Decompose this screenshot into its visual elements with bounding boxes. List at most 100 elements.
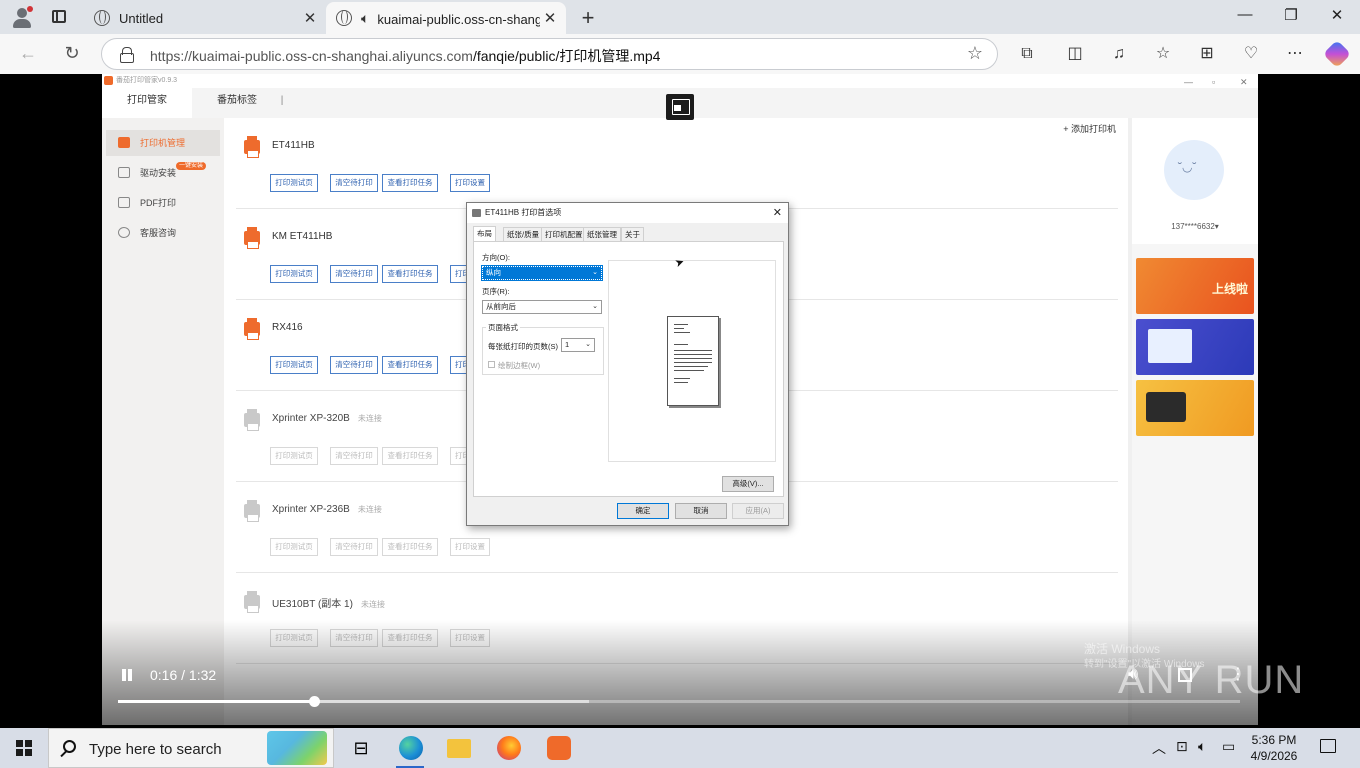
page-format-label: 页面格式	[486, 322, 520, 333]
favorite-star-icon[interactable]: ☆	[967, 43, 983, 64]
printer-name-text: Xprinter XP-236B	[272, 504, 350, 515]
more-menu-icon[interactable]: ⋯	[1282, 41, 1308, 67]
page-preview	[667, 316, 719, 406]
sidebar-item-label: 客服咨询	[140, 228, 177, 238]
monitor-illustration	[1148, 329, 1192, 363]
clear-queue-button: 清空待打印	[330, 447, 378, 465]
notifications-icon[interactable]	[1320, 739, 1336, 753]
printer-name-text: ET411HB	[272, 140, 315, 151]
clock-date: 4/9/2026	[1250, 749, 1298, 763]
anyrun-watermark: ANY RUN	[1118, 658, 1304, 718]
user-card: 137****6632▾	[1132, 118, 1258, 244]
dialog-title: ET411HB 打印首选项	[485, 208, 562, 217]
input-method-icon[interactable]: ▭	[1222, 738, 1235, 755]
sidebar-item-customer-service: 客服咨询	[106, 220, 220, 246]
audio-playing-icon[interactable]: 🔈︎	[361, 10, 369, 27]
page-order-value: 从前向后	[486, 302, 516, 311]
minimize-button[interactable]: —	[1222, 6, 1268, 23]
print-preferences-dialog: ET411HB 打印首选项 ✕ 布局 纸张/质量 打印机配置 纸张管理 关于 方…	[466, 202, 789, 526]
draw-borders-checkbox	[488, 361, 495, 368]
printer-name: KM ET411HB	[272, 231, 340, 242]
favorites-icon[interactable]: ☆	[1150, 41, 1176, 67]
back-arrow-icon[interactable]: ←	[16, 43, 40, 64]
printer-icon	[472, 209, 481, 217]
network-icon[interactable]: ⊡	[1176, 738, 1188, 755]
clear-queue-button: 清空待打印	[330, 538, 378, 556]
page-order-select: 从前向后 ⌄	[482, 300, 602, 314]
tab-tomato-label: 番茄标签	[217, 95, 257, 106]
app-window-title: 番茄打印管家v0.9.3	[116, 77, 178, 84]
edge-taskbar-icon[interactable]	[386, 728, 434, 768]
tab-layout: 布局	[473, 226, 496, 242]
printer-row: ET411HB 打印测试页 清空待打印 查看打印任务 打印设置	[236, 118, 1118, 209]
test-page-button: 打印测试页	[270, 265, 318, 283]
cancel-button: 取消	[675, 503, 727, 519]
extensions-icon[interactable]: ⧉	[1014, 41, 1040, 67]
picture-in-picture-icon[interactable]	[666, 94, 694, 120]
printer-name-text: UE310BT (副本 1)	[272, 599, 353, 610]
firefox-icon[interactable]	[484, 728, 532, 768]
app-logo-icon	[104, 76, 113, 85]
clear-queue-button: 清空待打印	[330, 356, 378, 374]
tab-printer-config: 打印机配置	[541, 227, 587, 241]
browser-tab-video[interactable]: 🔈︎ kuaimai-public.oss-cn-shanghai.aliyun…	[326, 2, 566, 34]
close-tab-icon[interactable]: ✕	[300, 9, 320, 27]
restore-button[interactable]: ❐	[1268, 6, 1314, 24]
collections-icon[interactable]: ⊞	[1194, 41, 1220, 67]
anyrun-logo-text: ANY RUN	[1118, 658, 1305, 702]
printer-name-text: RX416	[272, 322, 303, 333]
promo-banner-desktop	[1136, 319, 1254, 375]
profile-icon[interactable]	[8, 6, 36, 28]
video-seek-bar[interactable]	[118, 696, 1240, 707]
taskbar-clock[interactable]: 5:36 PM 4/9/2026	[1244, 732, 1304, 764]
sidebar-item-pdf-print: PDF打印	[106, 190, 220, 216]
one-click-badge: 一键安装	[176, 162, 207, 170]
pages-per-sheet-label: 每张纸打印的页数(S)	[488, 342, 558, 351]
search-icon	[63, 740, 76, 753]
browser-essentials-icon[interactable]: ♡	[1238, 41, 1264, 67]
tab-actions-icon[interactable]	[52, 10, 66, 23]
browser-tab-untitled[interactable]: Untitled ✕	[84, 2, 326, 34]
orientation-select: 纵向 ⌄	[481, 265, 603, 281]
app-minimize-icon: —	[1184, 77, 1193, 87]
close-window-button[interactable]: ✕	[1314, 6, 1360, 24]
orientation-value: 纵向	[486, 268, 501, 277]
pages-per-sheet-select: 1 ⌄	[561, 338, 595, 352]
copilot-icon[interactable]	[1322, 39, 1352, 69]
new-tab-button[interactable]: +	[578, 5, 598, 31]
read-aloud-icon[interactable]: ♫	[1106, 41, 1132, 67]
activate-line-1: 激活 Windows	[1084, 642, 1161, 656]
apply-button: 应用(A)	[732, 503, 784, 519]
sidebar-item-driver-install: 驱动安装 一键安装	[106, 160, 220, 186]
pause-icon[interactable]	[120, 668, 134, 682]
split-screen-icon[interactable]: ◫	[1062, 41, 1088, 67]
taskbar-search-box[interactable]: Type here to search	[48, 728, 334, 768]
lock-icon[interactable]	[120, 47, 134, 63]
task-view-icon[interactable]: ⊟	[336, 728, 384, 768]
seek-handle[interactable]	[308, 696, 320, 707]
printer-icon	[244, 136, 260, 158]
printer-name: RX416	[272, 322, 311, 333]
orientation-label: 方向(O):	[482, 253, 510, 262]
ok-button: 确定	[617, 503, 669, 519]
refresh-icon[interactable]: ↻	[60, 43, 84, 64]
test-page-button: 打印测试页	[270, 538, 318, 556]
tab-paper-management: 纸张管理	[583, 227, 621, 241]
printer-status: 未连接	[360, 600, 385, 609]
pdf-icon	[118, 197, 130, 208]
globe-icon	[336, 10, 352, 26]
test-page-button: 打印测试页	[270, 356, 318, 374]
show-hidden-icons-icon[interactable]: ︿	[1152, 738, 1166, 758]
printer-illustration	[1146, 392, 1186, 422]
promo-banner-printer	[1136, 380, 1254, 436]
file-explorer-icon[interactable]	[434, 728, 482, 768]
advanced-button: 高级(V)...	[722, 476, 774, 492]
url-bar[interactable]: https://kuaimai-public.oss-cn-shanghai.a…	[101, 38, 998, 70]
print-app-taskbar-icon[interactable]	[534, 728, 582, 768]
sidebar-item-printer-management: 打印机管理	[106, 130, 220, 156]
windows-start-icon[interactable]	[16, 740, 32, 756]
speaker-icon[interactable]: 🔈︎	[1198, 738, 1206, 755]
search-highlight-image	[267, 731, 327, 765]
view-jobs-button: 查看打印任务	[382, 447, 438, 465]
close-tab-icon[interactable]: ✕	[540, 9, 560, 27]
